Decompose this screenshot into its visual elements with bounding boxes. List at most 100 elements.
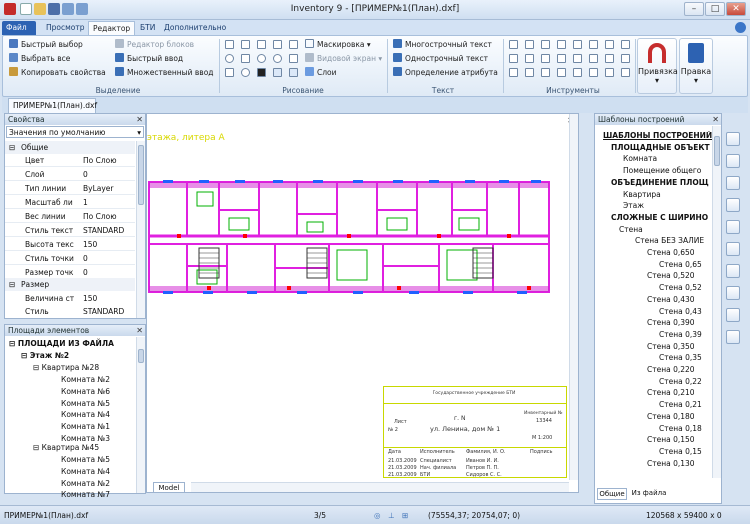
multiline-text-button[interactable]: Многострочный текст xyxy=(393,39,492,50)
grid-status-icon[interactable]: ⊞ xyxy=(402,507,408,524)
property-row[interactable]: Вес линии По Слою xyxy=(5,210,135,223)
side-tool-7-icon[interactable] xyxy=(726,264,740,278)
property-row[interactable]: Слой 0 xyxy=(5,168,135,181)
template-item[interactable]: Этаж xyxy=(623,201,644,211)
tool-icon-20[interactable] xyxy=(557,68,566,77)
tool-icon-22[interactable] xyxy=(589,68,598,77)
template-item[interactable]: Стена 0,130 xyxy=(647,459,695,469)
tool-icon-8[interactable] xyxy=(621,40,630,49)
tool-icon-9[interactable] xyxy=(509,54,518,63)
property-row[interactable]: Тип линии ByLayer xyxy=(5,182,135,195)
tree-room[interactable]: Комната №1 xyxy=(61,422,110,432)
tree-room[interactable]: Комната №5 xyxy=(61,455,110,465)
close-button[interactable]: ✕ xyxy=(726,2,746,16)
template-item[interactable]: Стена 0,350 xyxy=(647,342,695,352)
template-item[interactable]: Стена 0,430 xyxy=(647,295,695,305)
side-tool-1-icon[interactable] xyxy=(726,132,740,146)
tab-from-file[interactable]: Из файла xyxy=(629,488,669,500)
tool-icon-16[interactable] xyxy=(621,54,630,63)
vertical-scrollbar[interactable] xyxy=(569,114,578,480)
minimize-button[interactable]: – xyxy=(684,2,704,16)
polyline-icon[interactable] xyxy=(241,40,250,49)
side-tool-9-icon[interactable] xyxy=(726,308,740,322)
point-icon[interactable] xyxy=(225,68,234,77)
template-item[interactable]: Стена 0,35 xyxy=(659,353,702,363)
polygon-icon[interactable] xyxy=(241,54,250,63)
group-size[interactable]: ⊟ Размер xyxy=(5,278,135,291)
tool-icon-6[interactable] xyxy=(589,40,598,49)
tab-general[interactable]: Общие xyxy=(597,488,627,500)
template-item[interactable]: Стена 0,220 xyxy=(647,365,695,375)
quick-input-button[interactable]: Быстрый ввод xyxy=(115,53,183,64)
horizontal-scrollbar[interactable] xyxy=(191,482,569,492)
dimension-icon[interactable] xyxy=(289,40,298,49)
tool-icon-21[interactable] xyxy=(573,68,582,77)
block-editor-button[interactable]: Редактор блоков xyxy=(115,39,194,50)
template-item[interactable]: Комната xyxy=(623,154,657,164)
template-item[interactable]: Помещение общего xyxy=(623,166,701,176)
tool-icon-10[interactable] xyxy=(525,54,534,63)
side-tool-5-icon[interactable] xyxy=(726,220,740,234)
multiple-input-button[interactable]: Множественный ввод xyxy=(115,67,213,78)
select-all-button[interactable]: Выбрать все xyxy=(9,53,70,64)
rectangle-icon[interactable] xyxy=(257,40,266,49)
arc-icon[interactable] xyxy=(257,54,266,63)
template-item[interactable]: Стена 0,52 xyxy=(659,283,702,293)
tab-view[interactable]: Просмотр xyxy=(42,21,89,35)
property-row[interactable]: Цвет По Слою xyxy=(5,154,135,167)
tree-room[interactable]: Комната №5 xyxy=(61,399,110,409)
template-item[interactable]: Стена 0,15 xyxy=(659,447,702,457)
donut-icon[interactable] xyxy=(241,68,250,77)
tool-icon-13[interactable] xyxy=(573,54,582,63)
group-general[interactable]: ⊟ Общие xyxy=(5,141,135,154)
circle-icon[interactable] xyxy=(225,54,234,63)
pin-icon[interactable]: ✕ xyxy=(136,114,143,125)
document-tab[interactable]: ПРИМЕР№1(План).dxf ✕ xyxy=(8,98,97,124)
tool-icon-5[interactable] xyxy=(573,40,582,49)
scroll-thumb[interactable] xyxy=(138,145,144,205)
side-tool-8-icon[interactable] xyxy=(726,286,740,300)
tree-floor[interactable]: ⊟ Этаж №2 xyxy=(21,351,69,361)
tool-icon-2[interactable] xyxy=(525,40,534,49)
hatch-icon[interactable] xyxy=(289,54,298,63)
quick-select-button[interactable]: Быстрый выбор xyxy=(9,39,83,50)
template-item[interactable]: Стена 0,650 xyxy=(647,248,695,258)
template-item[interactable]: Квартира xyxy=(623,190,661,200)
attribute-definition-button[interactable]: Определение атрибута xyxy=(393,67,498,78)
tool-icon-18[interactable] xyxy=(525,68,534,77)
template-item[interactable]: ШАБЛОНЫ ПОСТРОЕНИЙ xyxy=(603,131,712,141)
mask-button[interactable]: Маскировка ▾ xyxy=(305,39,371,50)
drawing-canvas[interactable]: этажа, литера А ✕ xyxy=(146,113,579,493)
tool-icon-14[interactable] xyxy=(589,54,598,63)
tree-room[interactable]: Комната №4 xyxy=(61,467,110,477)
template-item[interactable]: Стена 0,43 xyxy=(659,307,702,317)
tab-editor[interactable]: Редактор xyxy=(88,21,136,35)
property-row[interactable]: Стиль STANDARD xyxy=(5,305,135,318)
tree-room[interactable]: Комната №6 xyxy=(61,387,110,397)
tool-icon-12[interactable] xyxy=(557,54,566,63)
template-item[interactable]: Стена 0,520 xyxy=(647,271,695,281)
viewport-button[interactable]: Видовой экран ▾ xyxy=(305,53,382,64)
template-item[interactable]: Стена 0,21 xyxy=(659,400,702,410)
tree-room[interactable]: Комната №4 xyxy=(61,410,110,420)
ortho-status-icon[interactable]: ⊥ xyxy=(388,507,395,524)
tree-root[interactable]: ⊟ ПЛОЩАДИ ИЗ ФАЙЛА xyxy=(9,339,114,349)
template-item[interactable]: Стена 0,180 xyxy=(647,412,695,422)
help-icon[interactable] xyxy=(735,22,746,33)
template-item[interactable]: Стена xyxy=(619,225,643,235)
tool-icon-24[interactable] xyxy=(621,68,630,77)
tool-icon-4[interactable] xyxy=(557,40,566,49)
template-item[interactable]: Стена 0,210 xyxy=(647,388,695,398)
pin-icon[interactable]: ✕ xyxy=(136,325,143,336)
side-tool-2-icon[interactable] xyxy=(726,154,740,168)
tool-icon-7[interactable] xyxy=(605,40,614,49)
tool-icon-3[interactable] xyxy=(541,40,550,49)
dot-icon[interactable] xyxy=(257,68,266,77)
line-icon[interactable] xyxy=(225,40,234,49)
tool-icon-19[interactable] xyxy=(541,68,550,77)
tab-file[interactable]: Файл xyxy=(2,21,36,35)
template-item[interactable]: Стена 0,22 xyxy=(659,377,702,387)
side-tool-6-icon[interactable] xyxy=(726,242,740,256)
template-item[interactable]: СЛОЖНЫЕ С ШИРИНО xyxy=(611,213,708,223)
model-tab[interactable]: Model xyxy=(153,482,185,493)
